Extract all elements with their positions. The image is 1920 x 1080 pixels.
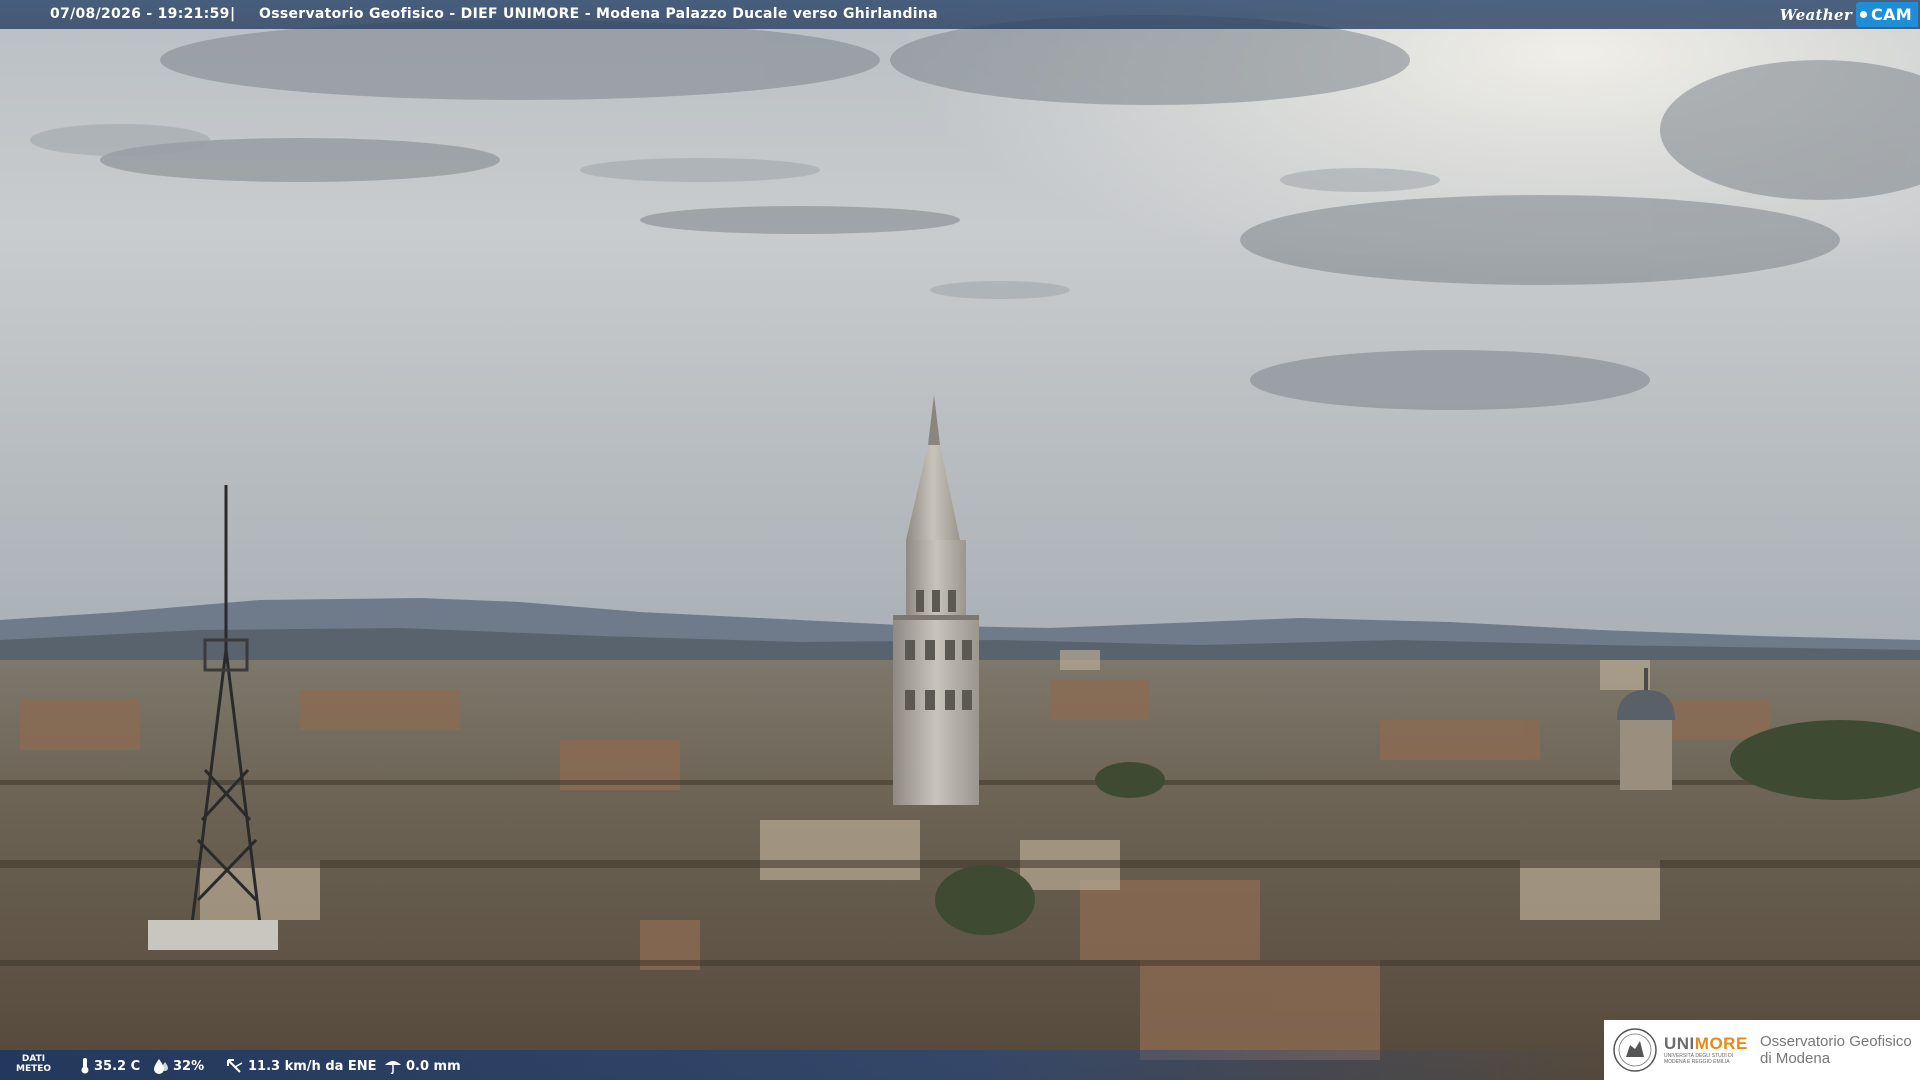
unimore-uni: UNI (1664, 1034, 1695, 1053)
caption-separator: | (230, 6, 236, 22)
unimore-seal-icon (1613, 1028, 1657, 1072)
weather-data-label: DATI METEO (16, 1054, 51, 1074)
camera-location: Osservatorio Geofisico - DIEF UNIMORE - … (259, 6, 938, 22)
rain-value: 0.0 mm (406, 1058, 461, 1074)
wind-value: 11.3 km/h da ENE (248, 1058, 377, 1074)
weathercam-logo: Weather CAM (1770, 0, 1920, 29)
brand-cam-text: CAM (1871, 5, 1912, 24)
timestamp: 07/08/2026 - 19:21:59 (50, 6, 230, 22)
brand-weather-text: Weather (1779, 5, 1853, 24)
weather-data-bar: DATI METEO 35.2 C 32% 11.3 km/h da ENE 0… (0, 1050, 1604, 1080)
temperature-value: 35.2 C (94, 1058, 141, 1074)
brand-dot-icon (1860, 11, 1868, 18)
wind-reading: 11.3 km/h da ENE (226, 1058, 377, 1074)
webcam-frame: 07/08/2026 - 19:21:59 | Osservatorio Geo… (0, 0, 1920, 1080)
rain-gauge-icon (385, 1061, 401, 1074)
unimore-wordmark: UNIMORE UNIVERSITÀ DEGLI STUDI DI MODENA… (1664, 1035, 1750, 1066)
unimore-logo-box: UNIMORE UNIVERSITÀ DEGLI STUDI DI MODENA… (1604, 1020, 1920, 1080)
weather-label-line1: DATI (21, 1054, 46, 1064)
humidity-reading: 32% (153, 1058, 204, 1074)
wind-icon (227, 1059, 243, 1073)
thermometer-icon (81, 1058, 89, 1074)
observatory-name: Osservatorio Geofisico di Modena (1760, 1033, 1912, 1067)
weather-label-line2: METEO (16, 1064, 52, 1074)
brand-cam-badge: CAM (1856, 2, 1918, 27)
unimore-name: UNIMORE (1664, 1035, 1750, 1053)
humidity-drop-icon (154, 1059, 168, 1074)
temperature-reading: 35.2 C (80, 1058, 140, 1074)
rain-reading: 0.0 mm (384, 1058, 461, 1074)
unimore-more: MORE (1694, 1034, 1748, 1053)
humidity-value: 32% (173, 1058, 205, 1074)
unimore-subtitle: UNIVERSITÀ DEGLI STUDI DI MODENA E REGGI… (1664, 1053, 1734, 1065)
webcam-image (0, 0, 1920, 1080)
observatory-line1: Osservatorio Geofisico (1760, 1033, 1912, 1050)
caption-bar: 07/08/2026 - 19:21:59 | Osservatorio Geo… (0, 0, 1920, 29)
observatory-line2: di Modena (1760, 1050, 1831, 1067)
